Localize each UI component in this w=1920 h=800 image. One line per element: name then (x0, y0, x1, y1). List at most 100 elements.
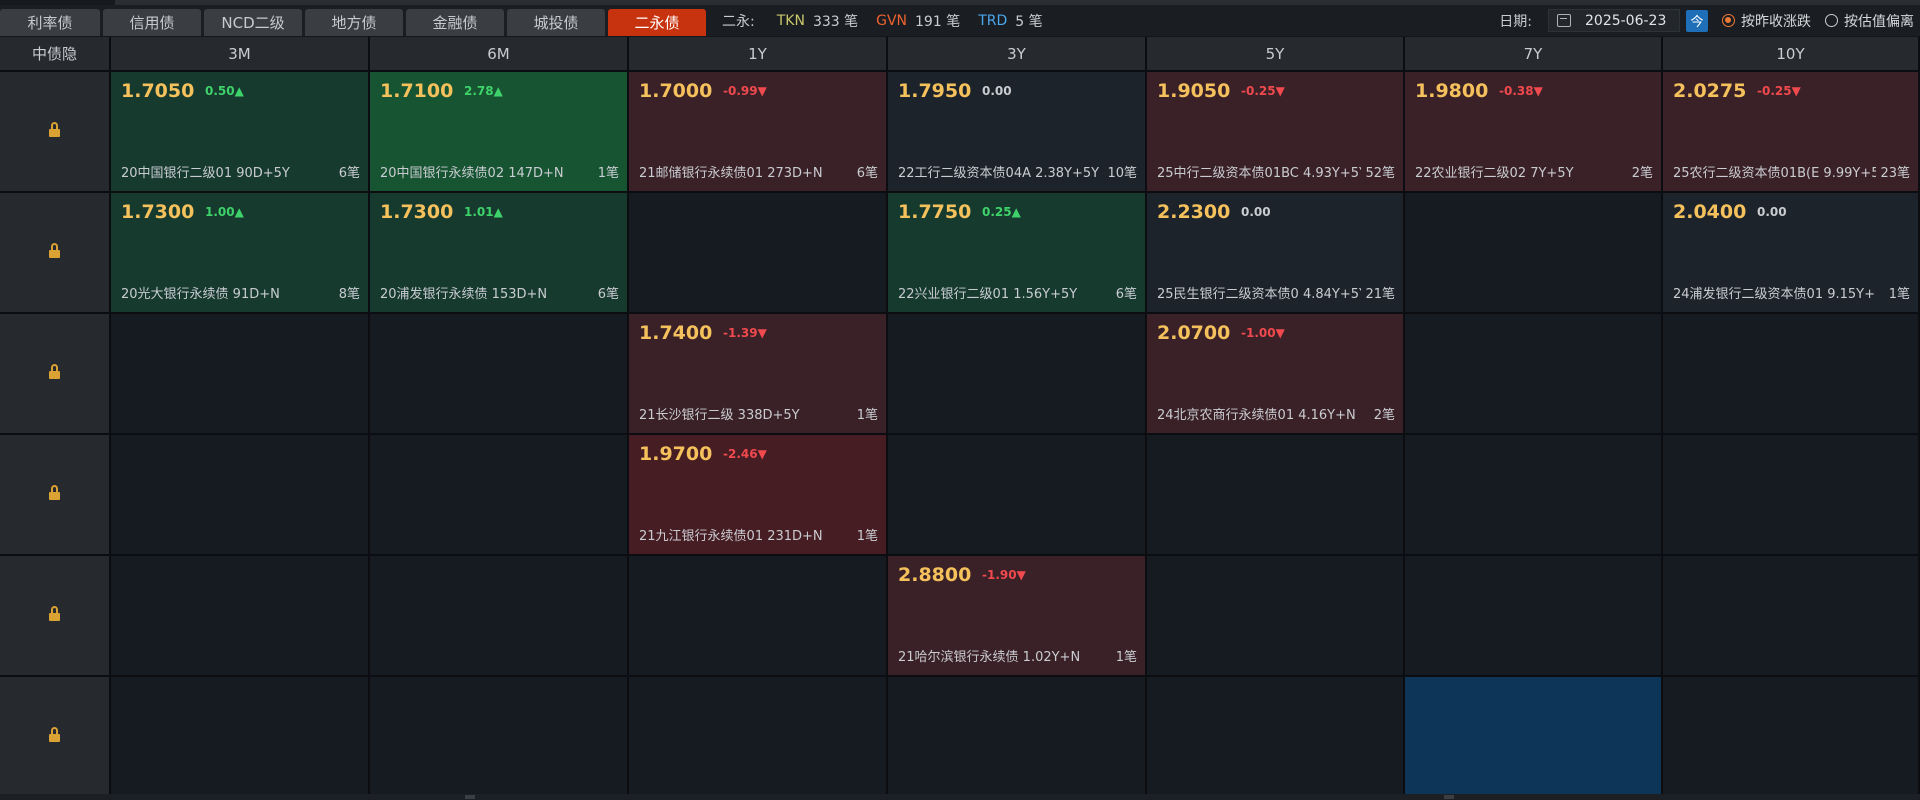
quote-cell[interactable]: 1.7000 -0.99▼ 21邮储银行永续债01 273D+N 6笔 (629, 72, 886, 191)
corner-header[interactable]: 中债隐 (0, 37, 109, 70)
quote-cell[interactable]: 1.7050 0.50▲ 20中国银行二级01 90D+5Y 6笔 (111, 72, 368, 191)
trade-count: 10笔 (1107, 166, 1137, 181)
quote-cell[interactable]: 1.7300 1.00▲ 20光大银行永续债 91D+N 8笔 (111, 193, 368, 312)
empty-cell[interactable] (111, 435, 368, 554)
bond-grid: 中债隐 3M 6M 1Y 3Y 5Y 7Y 10Y 1.7050 0.50▲ 20中国银行二级01 … (0, 37, 1920, 796)
empty-cell[interactable] (1147, 556, 1403, 675)
empty-cell[interactable] (370, 314, 627, 433)
bond-name: 24浦发银行二级资本债01 9.15Y+5Y (1673, 287, 1876, 302)
bond-name: 25中行二级资本债01BC 4.93Y+5Y (1157, 166, 1361, 181)
empty-cell[interactable] (111, 556, 368, 675)
quote-cell[interactable]: 1.7300 1.01▲ 20浦发银行永续债 153D+N 6笔 (370, 193, 627, 312)
mode-radio-0[interactable]: 按昨收涨跌 (1722, 11, 1811, 31)
empty-cell[interactable] (1663, 677, 1918, 796)
trade-count: 52笔 (1365, 166, 1395, 181)
gvn-count: 191 笔 (915, 13, 961, 30)
quote-cell[interactable]: 1.9800 -0.38▼ 22农业银行二级02 7Y+5Y 2笔 (1405, 72, 1661, 191)
empty-cell[interactable] (370, 556, 627, 675)
radio-label: 按估值偏离 (1844, 13, 1914, 30)
radio-dot-icon (1825, 14, 1838, 27)
row-lock[interactable] (0, 72, 109, 191)
row-lock[interactable] (0, 677, 109, 796)
empty-cell[interactable] (1147, 677, 1403, 796)
counts-label: 二永: (722, 13, 755, 30)
quote-cell[interactable]: 2.2300 0.00 25民生银行二级资本债0 4.84Y+5Y 21笔 (1147, 193, 1403, 312)
tab-1[interactable]: 信用债 (103, 9, 201, 36)
quote-change: 0.00 (1757, 205, 1787, 219)
scroll-grip[interactable] (465, 795, 475, 799)
bond-name: 21哈尔滨银行永续债 1.02Y+N (898, 650, 1081, 665)
empty-cell[interactable] (629, 193, 886, 312)
empty-cell[interactable] (1663, 435, 1918, 554)
quote-price: 1.9050 (1157, 80, 1231, 102)
empty-cell[interactable] (629, 556, 886, 675)
quote-change: -0.25▼ (1757, 84, 1801, 98)
row-lock[interactable] (0, 193, 109, 312)
row-lock[interactable] (0, 314, 109, 433)
quote-change: -0.38▼ (1499, 84, 1543, 98)
trd-key: TRD (978, 12, 1008, 29)
bond-name: 21长沙银行二级 338D+5Y (639, 408, 800, 423)
date-picker[interactable]: 2025-06-23 (1548, 9, 1680, 32)
tkn-key: TKN (776, 12, 805, 29)
quote-change: 0.50▲ (205, 84, 244, 98)
empty-cell[interactable] (888, 677, 1145, 796)
row-lock[interactable] (0, 556, 109, 675)
quote-cell[interactable]: 1.7400 -1.39▼ 21长沙银行二级 338D+5Y 1笔 (629, 314, 886, 433)
trade-count: 6笔 (338, 166, 360, 181)
quote-change: -1.00▼ (1241, 326, 1285, 340)
quote-price: 1.7300 (380, 201, 454, 223)
toolbar: 利率债 信用债 NCD二级 地方债 金融债 城投债 二永债 二永: TKN 333 笔 GV… (0, 5, 1920, 36)
quote-cell[interactable]: 1.7100 2.78▲ 20中国银行永续债02 147D+N 1笔 (370, 72, 627, 191)
empty-cell[interactable] (888, 314, 1145, 433)
trade-count: 2笔 (1373, 408, 1395, 423)
tab-2[interactable]: NCD二级 (204, 9, 302, 36)
empty-cell[interactable] (370, 435, 627, 554)
quote-cell[interactable]: 1.7750 0.25▲ 22兴业银行二级01 1.56Y+5Y 6笔 (888, 193, 1145, 312)
bond-name: 25民生银行二级资本债0 4.84Y+5Y (1157, 287, 1361, 302)
tab-4[interactable]: 金融债 (406, 9, 504, 36)
mode-radio-1[interactable]: 按估值偏离 (1825, 11, 1914, 31)
horizontal-scrollbar[interactable] (0, 794, 1920, 800)
lock-icon (49, 364, 60, 379)
tab-0[interactable]: 利率债 (0, 9, 100, 36)
empty-cell[interactable] (1405, 435, 1661, 554)
empty-cell[interactable] (629, 677, 886, 796)
quote-cell[interactable]: 2.0275 -0.25▼ 25农行二级资本债01B(E 9.99Y+5Y 23笔 (1663, 72, 1918, 191)
quote-cell[interactable]: 1.7950 0.00 22工行二级资本债04A 2.38Y+5Y 10笔 (888, 72, 1145, 191)
empty-cell[interactable] (1147, 435, 1403, 554)
empty-cell[interactable] (1663, 556, 1918, 675)
bond-name: 21九江银行永续债01 231D+N (639, 529, 823, 544)
radio-dot-icon (1722, 14, 1735, 27)
quote-price: 2.0700 (1157, 322, 1231, 344)
empty-cell[interactable] (111, 314, 368, 433)
quote-price: 1.7300 (121, 201, 195, 223)
empty-cell[interactable] (1405, 314, 1661, 433)
tab-6[interactable]: 二永债 (608, 9, 706, 36)
quote-cell[interactable]: 2.0700 -1.00▼ 24北京农商行永续债01 4.16Y+N 2笔 (1147, 314, 1403, 433)
today-button[interactable]: 今 (1686, 9, 1708, 32)
quote-price: 1.9800 (1415, 80, 1489, 102)
scroll-grip[interactable] (1444, 795, 1454, 799)
empty-cell[interactable] (888, 435, 1145, 554)
quote-cell[interactable]: 1.9050 -0.25▼ 25中行二级资本债01BC 4.93Y+5Y 52笔 (1147, 72, 1403, 191)
tab-5[interactable]: 城投债 (507, 9, 605, 36)
empty-cell[interactable] (370, 677, 627, 796)
trade-count: 1笔 (1888, 287, 1910, 302)
quote-cell[interactable]: 2.0400 0.00 24浦发银行二级资本债01 9.15Y+5Y 1笔 (1663, 193, 1918, 312)
row-lock[interactable] (0, 435, 109, 554)
empty-cell[interactable] (1663, 314, 1918, 433)
selected-cell[interactable] (1405, 677, 1661, 796)
empty-cell[interactable] (1405, 556, 1661, 675)
lock-icon (49, 727, 60, 742)
column-header-1Y: 1Y (629, 37, 886, 70)
quote-cell[interactable]: 2.8800 -1.90▼ 21哈尔滨银行永续债 1.02Y+N 1笔 (888, 556, 1145, 675)
lock-icon (49, 606, 60, 621)
tab-3[interactable]: 地方债 (305, 9, 403, 36)
quote-change: 1.00▲ (205, 205, 244, 219)
bond-name: 20中国银行二级01 90D+5Y (121, 166, 290, 181)
empty-cell[interactable] (1405, 193, 1661, 312)
empty-cell[interactable] (111, 677, 368, 796)
quote-change: -0.25▼ (1241, 84, 1285, 98)
quote-cell[interactable]: 1.9700 -2.46▼ 21九江银行永续债01 231D+N 1笔 (629, 435, 886, 554)
